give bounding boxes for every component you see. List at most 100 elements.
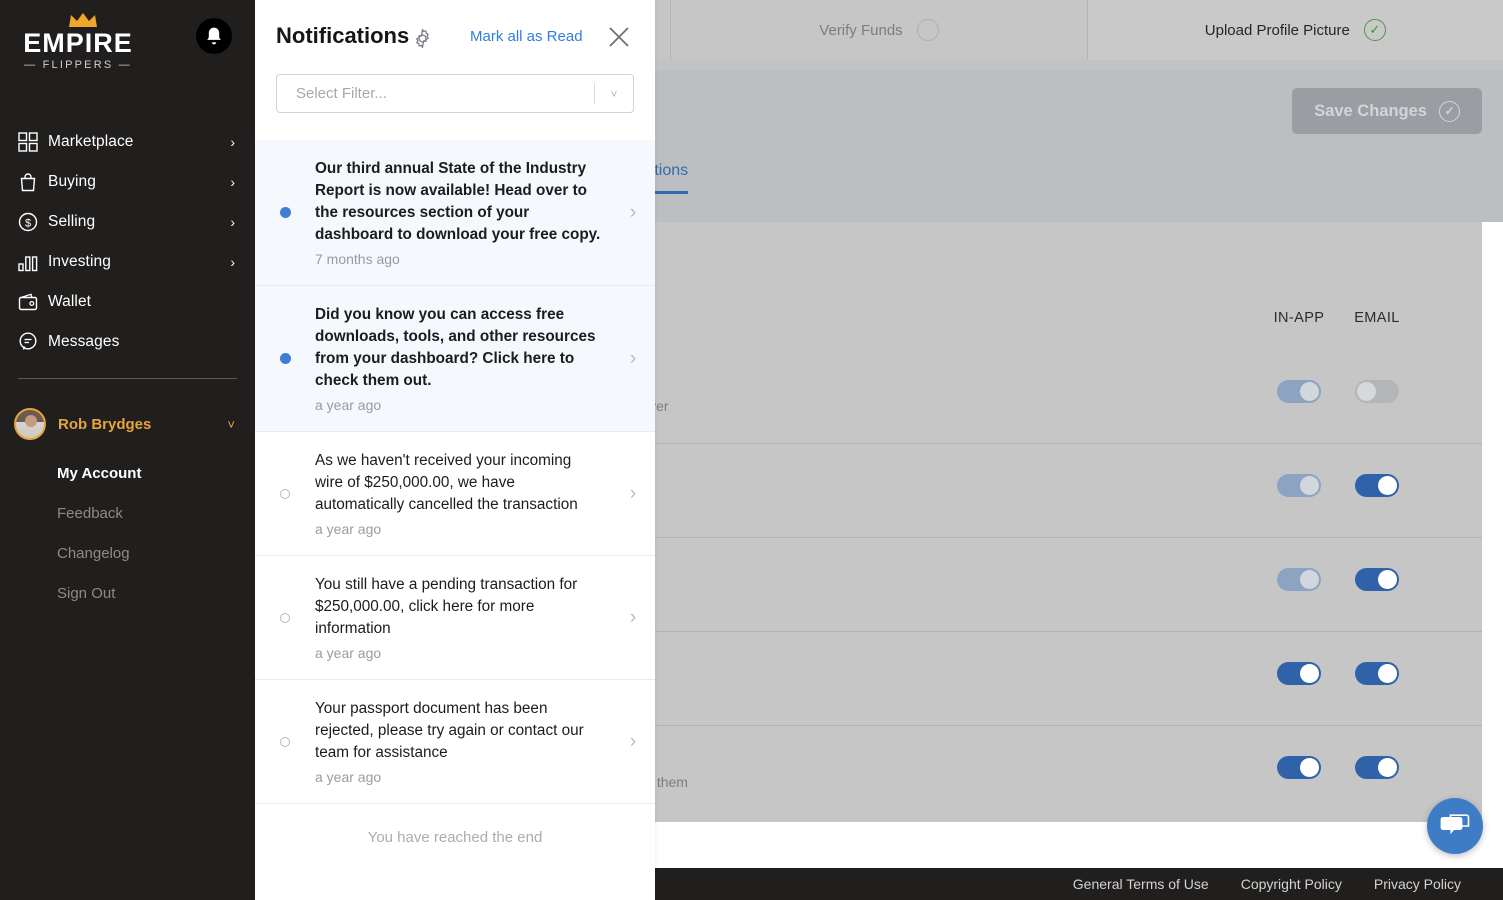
sidebar-item-buying[interactable]: Buying › [0, 162, 255, 202]
preference-toggles [1260, 474, 1416, 497]
avatar [14, 408, 46, 440]
footer-link-copyright-policy[interactable]: Copyright Policy [1241, 876, 1342, 892]
toggle-in-app[interactable] [1277, 474, 1321, 497]
wallet-icon [18, 292, 48, 312]
toggle-email[interactable] [1355, 756, 1399, 779]
notification-message: Did you know you can access free downloa… [315, 306, 596, 389]
toggle-column-headers: IN-APP EMAIL [1260, 310, 1416, 326]
svg-text:$: $ [25, 218, 31, 230]
toggle-in-app[interactable] [1277, 662, 1321, 685]
sidebar-item-label: Selling [48, 213, 96, 230]
user-account-toggle[interactable]: Rob Brydges ˅ [0, 401, 255, 447]
list-item[interactable]: You still have a pending transaction for… [255, 556, 655, 680]
footer-link-privacy-policy[interactable]: Privacy Policy [1374, 876, 1461, 892]
notifications-list: Our third annual State of the Industry R… [255, 140, 655, 870]
app-root: EMPIRE — FLIPPERS — Marketplace › Buying… [0, 0, 1503, 900]
submenu-item-changelog[interactable]: Changelog [0, 533, 255, 573]
chevron-down-icon: ˅ [227, 416, 235, 432]
toggle-email[interactable] [1355, 474, 1399, 497]
sidebar-item-label: Wallet [48, 293, 92, 310]
submenu-item-feedback[interactable]: Feedback [0, 493, 255, 533]
notification-message: You still have a pending transaction for… [315, 576, 578, 637]
submenu-item-sign-out[interactable]: Sign Out [0, 573, 255, 613]
toggle-knob [1378, 758, 1397, 777]
sidebar-item-wallet[interactable]: Wallet [0, 282, 255, 322]
chat-widget-button[interactable] [1427, 798, 1483, 854]
sidebar-divider [18, 378, 237, 379]
chevron-right-icon: › [629, 201, 637, 223]
preference-toggles [1260, 662, 1416, 685]
save-changes-button[interactable]: Save Changes ✓ [1292, 88, 1482, 134]
list-item[interactable]: Your passport document has been rejected… [255, 680, 655, 804]
sidebar-item-label: Investing [48, 253, 111, 270]
toggle-knob [1378, 664, 1397, 683]
empire-flippers-logo: EMPIRE — FLIPPERS — [18, 12, 138, 82]
mark-all-as-read-button[interactable]: Mark all as Read [470, 28, 583, 45]
chevron-right-icon: › [629, 482, 637, 504]
step-upload-profile-picture[interactable]: Upload Profile Picture ✓ [1087, 0, 1503, 60]
bar-chart-icon [18, 252, 48, 272]
sidebar-item-label: Marketplace [48, 133, 134, 150]
sidebar-item-label: Buying [48, 173, 96, 190]
sidebar-item-marketplace[interactable]: Marketplace › [0, 122, 255, 162]
save-changes-label: Save Changes [1314, 101, 1427, 120]
chevron-right-icon: › [230, 254, 235, 270]
sidebar-item-selling[interactable]: $ Selling › [0, 202, 255, 242]
submenu-item-label: Changelog [57, 544, 130, 562]
toggle-email[interactable] [1355, 568, 1399, 591]
sidebar-brand: EMPIRE — FLIPPERS — [0, 0, 255, 100]
read-dot-icon [280, 612, 290, 623]
unread-dot-icon [279, 207, 291, 218]
notification-message: Your passport document has been rejected… [315, 700, 584, 761]
step-label: Verify Funds [819, 21, 903, 39]
end-of-list-label: You have reached the end [367, 828, 543, 846]
notification-time: 7 months ago [315, 251, 400, 267]
notification-time: a year ago [315, 397, 382, 413]
notifications-bell-button[interactable] [196, 18, 232, 54]
bell-icon [207, 27, 221, 44]
toggle-email[interactable] [1355, 380, 1399, 403]
toggle-email[interactable] [1355, 662, 1399, 685]
submenu-item-my-account[interactable]: My Account [0, 453, 255, 493]
column-header-email: EMAIL [1354, 310, 1400, 326]
toggle-in-app[interactable] [1277, 756, 1321, 779]
check-circle-icon: ✓ [1439, 100, 1460, 122]
chevron-right-icon: › [230, 214, 235, 230]
pending-circle-icon [916, 19, 939, 41]
read-dot-icon [280, 736, 290, 747]
toggle-in-app[interactable] [1277, 380, 1321, 403]
read-dot-icon [280, 488, 290, 499]
grid-icon [18, 132, 48, 152]
step-verify-funds[interactable]: Verify Funds [671, 0, 1088, 60]
step-label: Upload Profile Picture [1204, 21, 1350, 39]
chat-icon [18, 332, 48, 352]
submenu-item-label: My Account [57, 464, 142, 482]
gear-icon[interactable] [412, 28, 433, 54]
notification-message: As we haven't received your incoming wir… [315, 452, 578, 513]
chevron-right-icon: › [230, 174, 235, 190]
list-item[interactable]: Our third annual State of the Industry R… [255, 140, 655, 286]
column-header-in-app: IN-APP [1273, 310, 1325, 326]
list-item[interactable]: Did you know you can access free downloa… [255, 286, 655, 432]
submenu-item-label: Sign Out [57, 584, 116, 602]
chevron-right-icon: › [230, 134, 235, 150]
close-icon[interactable] [607, 25, 631, 54]
list-item[interactable]: As we haven't received your incoming wir… [255, 432, 655, 556]
toggle-knob [1300, 758, 1319, 777]
toggle-knob [1300, 664, 1319, 683]
notifications-panel-header: Notifications Mark all as Read Select Fi… [255, 0, 655, 140]
filter-select[interactable]: Select Filter... ˅ [276, 74, 634, 113]
chevron-down-icon: ˅ [610, 86, 618, 101]
toggle-knob [1378, 476, 1397, 495]
notifications-panel: Notifications Mark all as Read Select Fi… [255, 0, 655, 900]
chat-bubble-icon [1440, 814, 1470, 835]
footer-link-general-terms[interactable]: General Terms of Use [1073, 876, 1209, 892]
toggle-knob [1378, 570, 1397, 589]
toggle-in-app[interactable] [1277, 568, 1321, 591]
toggle-knob [1300, 382, 1319, 401]
notification-time: a year ago [315, 769, 382, 785]
sidebar-item-messages[interactable]: Messages [0, 322, 255, 362]
sidebar-item-investing[interactable]: Investing › [0, 242, 255, 282]
user-submenu: My Account Feedback Changelog Sign Out [0, 453, 255, 613]
check-circle-icon: ✓ [1363, 19, 1386, 41]
